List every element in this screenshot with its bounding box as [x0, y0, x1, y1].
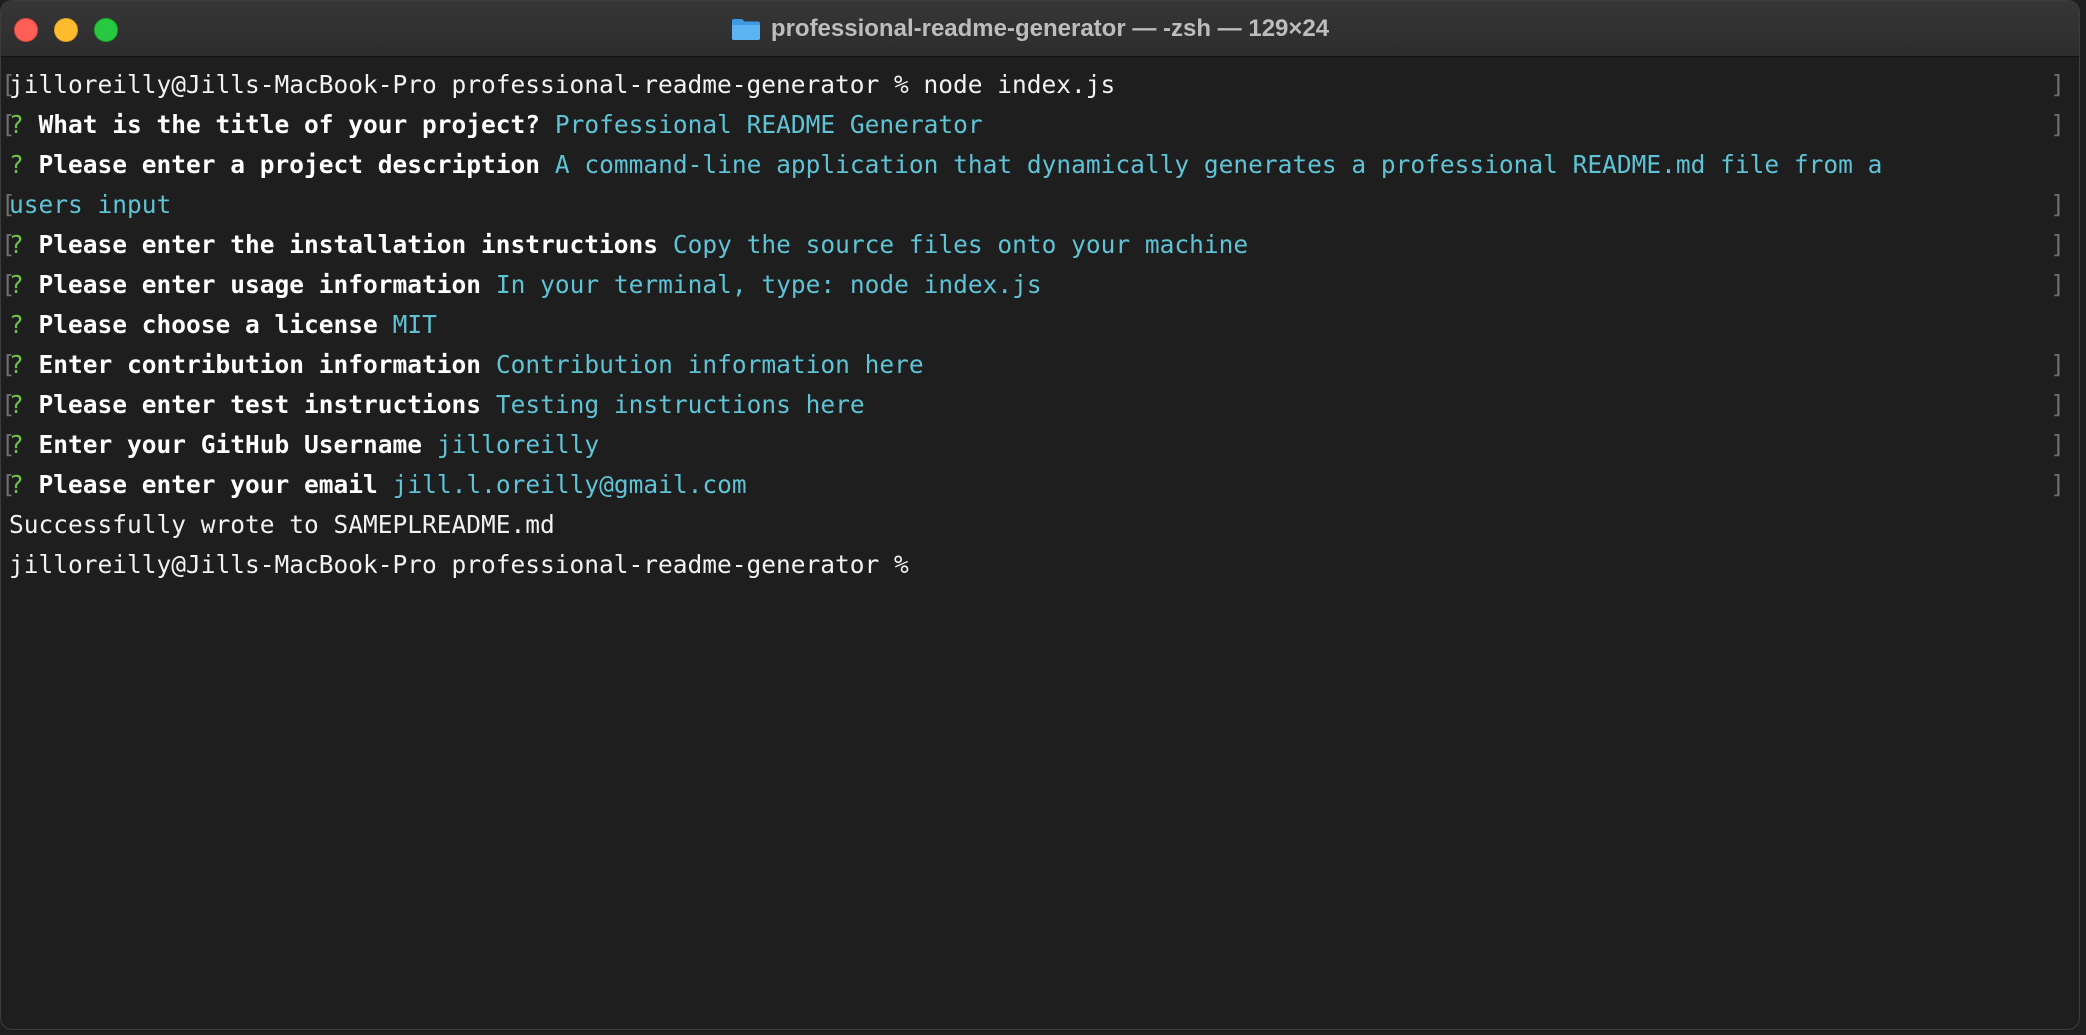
- question-answer: Copy the source files onto your machine: [672, 230, 1249, 259]
- mark-bracket: [: [1, 270, 16, 299]
- mark-bracket: [: [1, 110, 16, 139]
- question-line: [? Please enter your email jill.l.oreill…: [1, 465, 2079, 505]
- command-line: [jilloreilly@Jills-MacBook-Pro professio…: [1, 65, 2079, 105]
- mark-bracket: ]: [2050, 390, 2065, 419]
- question-answer: In your terminal, type: node index.js: [495, 270, 1042, 299]
- mark-bracket: ]: [2050, 430, 2065, 459]
- question-prompt: Please enter test instructions: [38, 390, 482, 419]
- shell-prompt: jilloreilly@Jills-MacBook-Pro profession…: [9, 550, 909, 579]
- mark-bracket: [: [1, 230, 16, 259]
- mark-bracket: [: [1, 190, 16, 219]
- shell-prompt-line[interactable]: jilloreilly@Jills-MacBook-Pro profession…: [1, 545, 2079, 585]
- question-prompt: Please choose a license: [38, 310, 378, 339]
- question-answer-continued: users input: [9, 190, 172, 219]
- mark-bracket: ]: [2050, 470, 2065, 499]
- mark-bracket: ]: [2050, 190, 2065, 219]
- question-prompt: Please enter usage information: [38, 270, 482, 299]
- terminal-output[interactable]: [jilloreilly@Jills-MacBook-Pro professio…: [1, 65, 2079, 1025]
- question-line: [? What is the title of your project? Pr…: [1, 105, 2079, 145]
- question-line: [? Please enter the installation instruc…: [1, 225, 2079, 265]
- question-answer: MIT: [392, 310, 437, 339]
- success-line: Successfully wrote to SAMEPLREADME.md: [1, 505, 2079, 545]
- question-answer: A command-line application that dynamica…: [554, 150, 1883, 179]
- mark-bracket: [: [1, 70, 16, 99]
- command-text: jilloreilly@Jills-MacBook-Pro profession…: [9, 70, 1116, 99]
- mark-bracket: [: [1, 350, 16, 379]
- folder-icon: [731, 19, 760, 40]
- mark-bracket: [: [1, 430, 16, 459]
- question-prompt: What is the title of your project?: [38, 110, 541, 139]
- mark-bracket: [: [1, 390, 16, 419]
- mark-bracket: ]: [2050, 230, 2065, 259]
- window-title: professional-readme-generator — -zsh — 1…: [770, 15, 1330, 42]
- question-answer: jilloreilly: [436, 430, 600, 459]
- mark-bracket: [: [1, 470, 16, 499]
- success-message: Successfully wrote to SAMEPLREADME.md: [9, 510, 555, 539]
- question-prompt: Please enter a project description: [38, 150, 541, 179]
- question-answer: jill.l.oreilly@gmail.com: [392, 470, 747, 499]
- mark-bracket: ]: [2050, 110, 2065, 139]
- question-mark: ?: [9, 310, 24, 339]
- question-line: [? Please enter test instructions Testin…: [1, 385, 2079, 425]
- mark-bracket: ]: [2050, 270, 2065, 299]
- question-answer: Professional README Generator: [554, 110, 983, 139]
- question-answer: Testing instructions here: [495, 390, 865, 419]
- close-button[interactable]: [14, 18, 38, 42]
- question-line: [? Enter contribution information Contri…: [1, 345, 2079, 385]
- question-line: ? Please choose a license MIT: [1, 305, 2079, 345]
- question-prompt: Enter your GitHub Username: [38, 430, 423, 459]
- mark-bracket: ]: [2050, 350, 2065, 379]
- question-line: [? Enter your GitHub Username jilloreill…: [1, 425, 2079, 465]
- terminal-window: professional-readme-generator — -zsh — 1…: [0, 0, 2080, 1030]
- question-prompt: Enter contribution information: [38, 350, 482, 379]
- zoom-button[interactable]: [94, 18, 118, 42]
- question-mark: ?: [9, 150, 24, 179]
- question-line: ? Please enter a project description A c…: [1, 145, 2079, 185]
- question-prompt: Please enter the installation instructio…: [38, 230, 659, 259]
- title-bar[interactable]: professional-readme-generator — -zsh — 1…: [1, 1, 2079, 57]
- mark-bracket: ]: [2050, 70, 2065, 99]
- question-answer-continued-line: [users input]: [1, 185, 2079, 225]
- minimize-button[interactable]: [54, 18, 78, 42]
- question-prompt: Please enter your email: [38, 470, 378, 499]
- question-answer: Contribution information here: [495, 350, 924, 379]
- question-line: [? Please enter usage information In you…: [1, 265, 2079, 305]
